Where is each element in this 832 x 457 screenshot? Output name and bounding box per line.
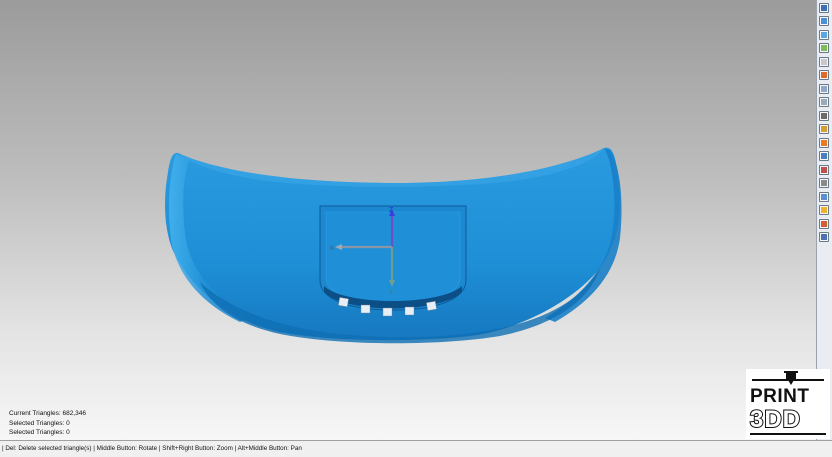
move-button[interactable] [819, 43, 829, 53]
camera-icon [821, 99, 827, 105]
zoom-icon [821, 59, 827, 65]
axis-x-label: X [330, 246, 334, 252]
watermark-line-1: PRINT [750, 386, 810, 407]
axis-y-label: Y [389, 290, 393, 296]
printer-nozzle-icon [752, 371, 824, 385]
axis-z-label: Z [389, 207, 394, 214]
settings-button[interactable] [819, 232, 829, 242]
selected-triangles-secondary: Selected Triangles: 0 [9, 429, 70, 436]
rotate-button[interactable] [819, 16, 829, 26]
view-button[interactable] [819, 3, 829, 13]
layers-button[interactable] [819, 192, 829, 202]
hood-model[interactable]: Z X Y [0, 0, 816, 440]
selected-triangles: Selected Triangles: 0 [9, 419, 70, 427]
fit-icon [821, 86, 827, 92]
current-triangles: Current Triangles: 682,346 [9, 410, 86, 417]
model-stats: Current Triangles: 682,346 Selected Tria… [9, 409, 86, 438]
3d-viewport[interactable]: Z X Y Current Triangles: 682,346 Selecte… [0, 0, 816, 440]
print3dd-watermark: PRINT 3DD [746, 369, 830, 439]
color-button[interactable] [819, 70, 829, 80]
watermark-underline [750, 433, 826, 435]
layers-icon [821, 194, 827, 200]
cut-button[interactable] [819, 124, 829, 134]
pencil-icon [821, 113, 827, 119]
fit-button[interactable] [819, 84, 829, 94]
view-icon [821, 5, 827, 11]
move-icon [821, 45, 827, 51]
measure-icon [821, 153, 827, 159]
warning-button[interactable] [819, 138, 829, 148]
warning-icon [821, 140, 827, 146]
status-bar: | Del: Delete selected triangle(s) | Mid… [0, 440, 832, 457]
rotate-icon [821, 18, 827, 24]
measure-button[interactable] [819, 151, 829, 161]
select-button[interactable] [819, 30, 829, 40]
light-icon [821, 207, 827, 213]
repair-icon [821, 167, 827, 173]
repair-button[interactable] [819, 165, 829, 175]
pencil-button[interactable] [819, 111, 829, 121]
watermark-line-2: 3DD [749, 406, 802, 434]
cut-icon [821, 126, 827, 132]
select-icon [821, 32, 827, 38]
export-button[interactable] [819, 219, 829, 229]
status-hint: | Del: Delete selected triangle(s) | Mid… [2, 445, 302, 452]
zoom-button[interactable] [819, 57, 829, 67]
camera-button[interactable] [819, 97, 829, 107]
color-icon [821, 72, 827, 78]
grid-icon [821, 180, 827, 186]
export-icon [821, 221, 827, 227]
light-button[interactable] [819, 205, 829, 215]
settings-icon [821, 234, 827, 240]
grid-button[interactable] [819, 178, 829, 188]
